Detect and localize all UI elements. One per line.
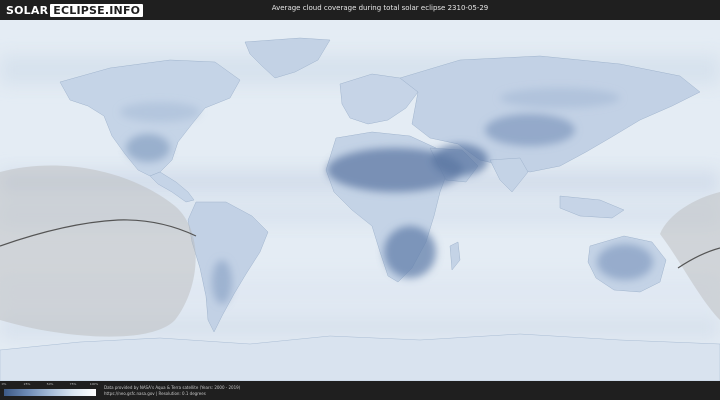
cloud-coverage-legend-bar	[4, 389, 96, 396]
legend-tick-0: 0%	[1, 382, 7, 386]
header-bar: SOLAR ECLIPSE.INFO Average cloud coverag…	[0, 0, 720, 20]
data-credit-line: Data provided by NASA's Aqua & Terra sat…	[104, 385, 241, 390]
cloud-coverage-map	[0, 20, 720, 381]
logo-text-solar: SOLAR	[6, 3, 49, 17]
land-antarctica	[0, 333, 720, 381]
logo-text-eclipse-info: ECLIPSE.INFO	[50, 3, 144, 17]
data-source-link[interactable]: https://neo.gsfc.nasa.gov | Resolution: …	[104, 391, 206, 396]
legend-tick-100: 100%	[89, 382, 99, 386]
legend-tick-labels: 0% 25% 50% 75% 100%	[1, 382, 99, 388]
legend-tick-25: 25%	[23, 382, 31, 386]
legend-tick-75: 75%	[69, 382, 77, 386]
site-logo[interactable]: SOLAR ECLIPSE.INFO	[6, 3, 144, 17]
world-map-svg	[0, 20, 720, 381]
footer-bar: 0% 25% 50% 75% 100% Data provided by NAS…	[0, 381, 720, 400]
page-title: Average cloud coverage during total sola…	[271, 4, 489, 12]
legend-tick-50: 50%	[46, 382, 54, 386]
